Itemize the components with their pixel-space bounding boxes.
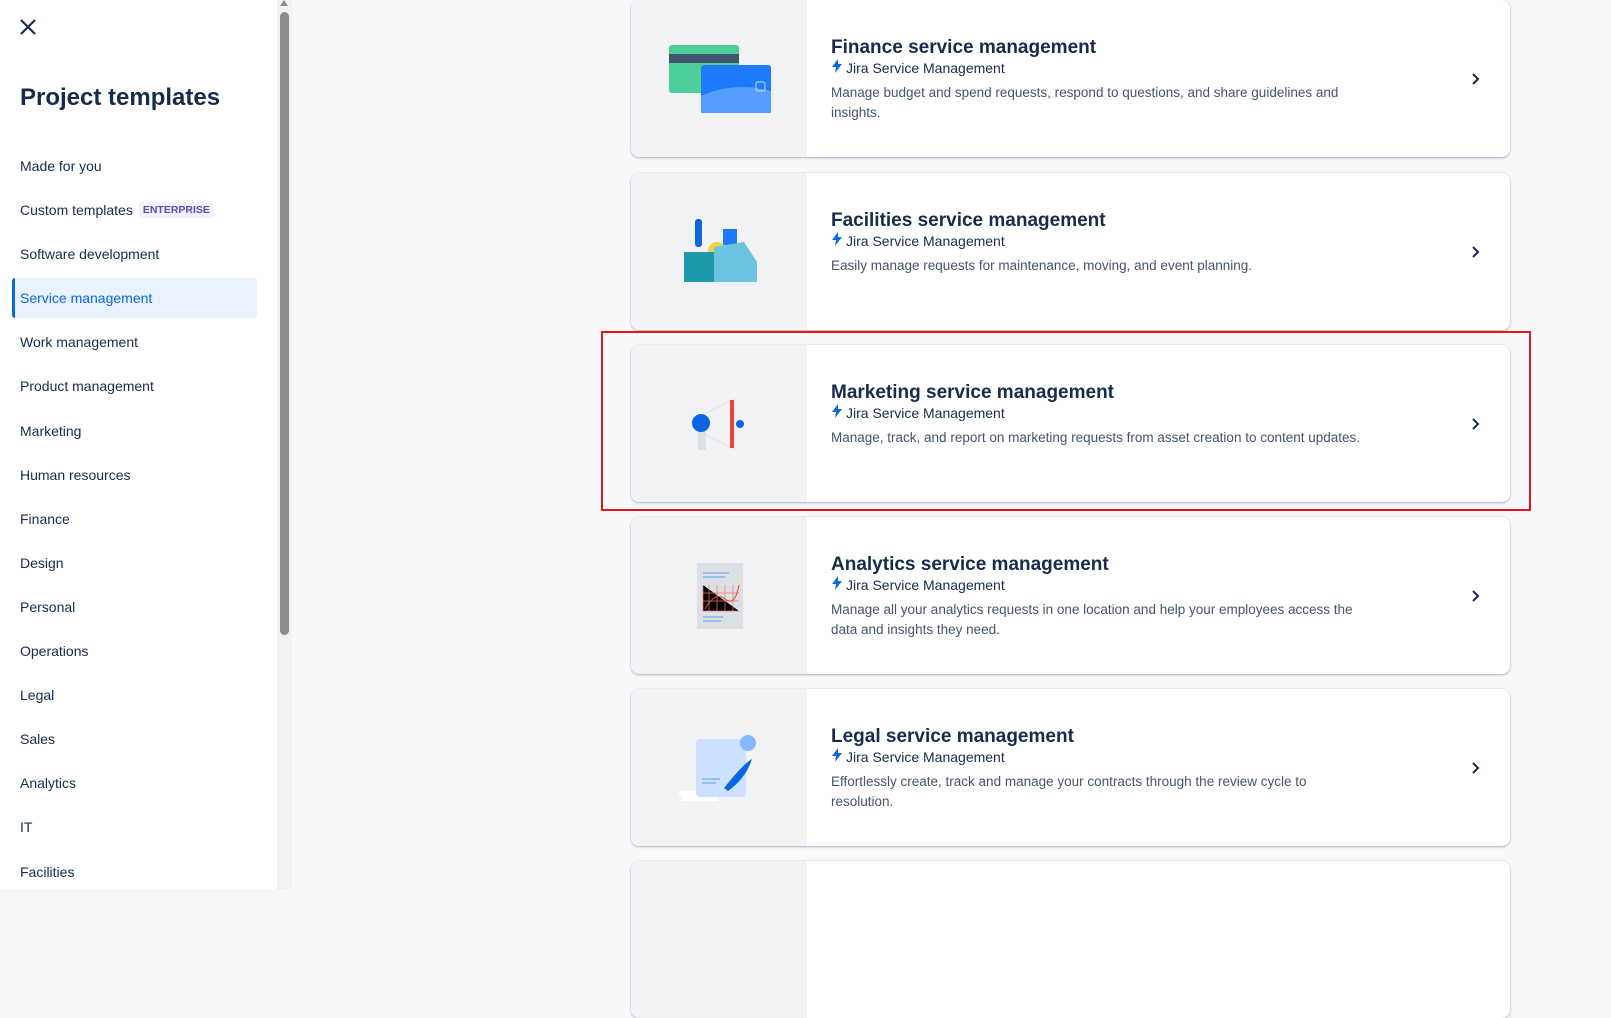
product-name: Jira Service Management [846, 60, 1005, 76]
product-name: Jira Service Management [846, 749, 1005, 765]
sidebar-item-label: Software development [20, 246, 160, 263]
enterprise-badge: ENTERPRISE [138, 202, 214, 219]
template-title: Finance service management [831, 37, 1097, 58]
sidebar-item-label: IT [20, 819, 33, 836]
sidebar-item-label: Design [20, 554, 64, 571]
sidebar-item-label: Operations [20, 643, 89, 660]
sidebar-item-label: Service management [20, 290, 153, 307]
sidebar-item-legal[interactable]: Legal [12, 675, 257, 715]
template-description: Effortlessly create, track and manage yo… [831, 774, 1307, 809]
megaphone-icon [631, 345, 807, 502]
product-name: Jira Service Management [846, 233, 1005, 249]
sidebar-item-finance[interactable]: Finance [12, 499, 257, 539]
sidebar-item-label: Marketing [20, 422, 82, 439]
sidebar-item-label: Product management [20, 378, 154, 395]
product-name: Jira Service Management [846, 577, 1005, 593]
sidebar-item-product-management[interactable]: Product management [12, 366, 257, 406]
sidebar-item-label: Analytics [20, 775, 77, 792]
template-description: Manage budget and spend requests, respon… [831, 85, 1339, 120]
toolbox-icon [631, 173, 807, 330]
sidebar-item-software-development[interactable]: Software development [12, 234, 257, 274]
sidebar-item-label: Sales [20, 731, 56, 748]
sidebar-item-sales[interactable]: Sales [12, 719, 257, 759]
jira-bolt-icon [831, 59, 843, 77]
chevron-right-icon[interactable] [1466, 243, 1484, 261]
chevron-right-icon[interactable] [1466, 70, 1484, 88]
sidebar-item-marketing[interactable]: Marketing [12, 411, 257, 451]
sidebar-scrollbar[interactable] [277, 0, 292, 889]
sidebar-item-label: Human resources [20, 466, 131, 483]
credit-card-icon [631, 0, 807, 157]
template-title: Facilities service management [831, 210, 1106, 231]
sidebar-item-work-management[interactable]: Work management [12, 322, 257, 362]
template-card-marketing[interactable]: Marketing service management Jira Service… [631, 345, 1510, 502]
sidebar-item-it[interactable]: IT [12, 807, 257, 847]
sidebar-item-custom-templates[interactable]: Custom templates ENTERPRISE [12, 190, 257, 230]
sidebar: Project templates Made for you Custom tem… [0, 0, 277, 889]
sidebar-item-analytics[interactable]: Analytics [12, 763, 257, 803]
template-card-partial[interactable] [631, 861, 1510, 1018]
jira-bolt-icon [831, 232, 843, 250]
sidebar-item-personal[interactable]: Personal [12, 587, 257, 627]
template-card-legal[interactable]: Legal service management Jira Service Man… [631, 689, 1510, 846]
scrollbar-thumb[interactable] [280, 12, 289, 635]
template-card-finance[interactable]: Finance service management Jira Service M… [631, 0, 1510, 157]
template-image-placeholder [631, 861, 807, 1018]
sidebar-item-label: Custom templates [20, 202, 133, 219]
page-title: Project templates [20, 84, 221, 111]
close-icon[interactable] [16, 15, 40, 39]
template-description: Easily manage requests for maintenance, … [831, 258, 1253, 273]
scroll-up-icon[interactable] [280, 0, 288, 6]
sidebar-item-design[interactable]: Design [12, 543, 257, 583]
sidebar-item-label: Made for you [20, 158, 102, 174]
template-title: Analytics service management [831, 554, 1109, 575]
sidebar-item-service-management[interactable]: Service management [12, 278, 257, 319]
sidebar-item-facilities[interactable]: Facilities [12, 852, 257, 892]
jira-bolt-icon [831, 576, 843, 594]
jira-bolt-icon [831, 404, 843, 422]
chevron-right-icon[interactable] [1466, 759, 1484, 777]
sidebar-item-operations[interactable]: Operations [12, 631, 257, 671]
sidebar-item-label: Legal [20, 687, 55, 704]
sidebar-item-made-for-you[interactable]: Made for you [12, 146, 257, 186]
template-title: Marketing service management [831, 382, 1115, 403]
template-description: Manage, track, and report on marketing r… [831, 430, 1361, 445]
sidebar-item-label: Facilities [20, 863, 75, 880]
template-title: Legal service management [831, 726, 1074, 747]
sidebar-item-label: Personal [20, 598, 76, 615]
template-description: Manage all your analytics requests in on… [831, 602, 1353, 637]
category-nav: Made for you Custom templates ENTERPRISE So… [12, 146, 257, 896]
template-card-analytics[interactable]: Analytics service management Jira Service… [631, 517, 1510, 674]
sidebar-item-human-resources[interactable]: Human resources [12, 455, 257, 495]
chart-document-icon [631, 517, 807, 674]
template-card-facilities[interactable]: Facilities service management Jira Servic… [631, 173, 1510, 330]
contract-icon [631, 689, 807, 846]
sidebar-item-label: Finance [20, 510, 70, 527]
jira-bolt-icon [831, 748, 843, 766]
chevron-right-icon[interactable] [1466, 415, 1484, 433]
sidebar-item-label: Work management [20, 334, 139, 351]
chevron-right-icon[interactable] [1466, 587, 1484, 605]
product-name: Jira Service Management [846, 405, 1005, 421]
